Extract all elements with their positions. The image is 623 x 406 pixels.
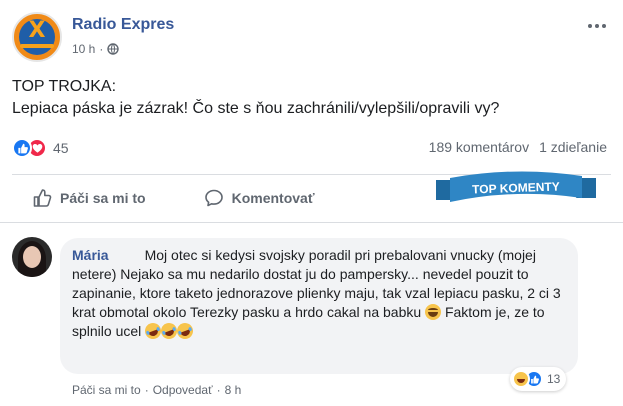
- page-name[interactable]: Radio Expres: [72, 16, 174, 34]
- smile-emoji: [425, 304, 442, 320]
- comment-actions: Páči sa mi to · Odpovedať · 8 h: [72, 383, 241, 397]
- top-comments-banner: TOP KOMENTY: [436, 171, 596, 202]
- comment-time[interactable]: 8 h: [225, 383, 242, 397]
- reactions-summary[interactable]: 45: [12, 137, 69, 159]
- more-options-icon[interactable]: [582, 16, 612, 36]
- like-reaction-icon: [12, 138, 32, 158]
- post-time[interactable]: 10 h: [72, 42, 95, 56]
- comment-like-link[interactable]: Páči sa mi to: [72, 383, 141, 397]
- comment-icon: [204, 189, 223, 207]
- thumbs-up-icon: [33, 189, 52, 207]
- globe-icon: [107, 43, 120, 55]
- comment-reply-link[interactable]: Odpovedať: [153, 383, 213, 397]
- comment-button[interactable]: Komentovať: [194, 175, 325, 221]
- share-count[interactable]: 1 zdieľanie: [539, 139, 607, 155]
- avatar[interactable]: [12, 237, 52, 277]
- meta-separator: ·: [99, 42, 104, 56]
- post-text: TOP TROJKA: Lepiaca páska je zázrak! Čo …: [12, 76, 499, 120]
- comment-reaction-count: 13: [547, 372, 561, 386]
- page-logo[interactable]: X: [12, 12, 62, 62]
- post-meta: 10 h ·: [72, 42, 120, 56]
- comment-author[interactable]: Mária: [72, 247, 109, 263]
- like-button[interactable]: Páči sa mi to: [22, 175, 156, 221]
- comment-button-label: Komentovať: [231, 190, 315, 206]
- comment-bubble: Mária Moj otec si kedysi svojsky poradil …: [60, 238, 578, 374]
- separator: ·: [216, 383, 221, 397]
- laughing-emoji: [174, 320, 196, 342]
- comment-reactions[interactable]: 13: [510, 367, 567, 391]
- like-button-label: Páči sa mi to: [60, 190, 146, 206]
- haha-reaction-icon: [512, 370, 530, 388]
- post-actions: Páči sa mi to Komentovať: [12, 175, 325, 221]
- post-text-line-1: TOP TROJKA:: [12, 78, 117, 95]
- engagement-counts: 189 komentárov 1 zdieľanie: [429, 139, 607, 155]
- reaction-count: 45: [53, 140, 69, 156]
- post-text-line-2: Lepiaca páska je zázrak! Čo ste s ňou za…: [12, 100, 500, 117]
- divider: [0, 222, 623, 223]
- post-header: X Radio Expres 10 h ·: [12, 12, 612, 62]
- comment-count[interactable]: 189 komentárov: [429, 139, 529, 155]
- separator: ·: [144, 383, 149, 397]
